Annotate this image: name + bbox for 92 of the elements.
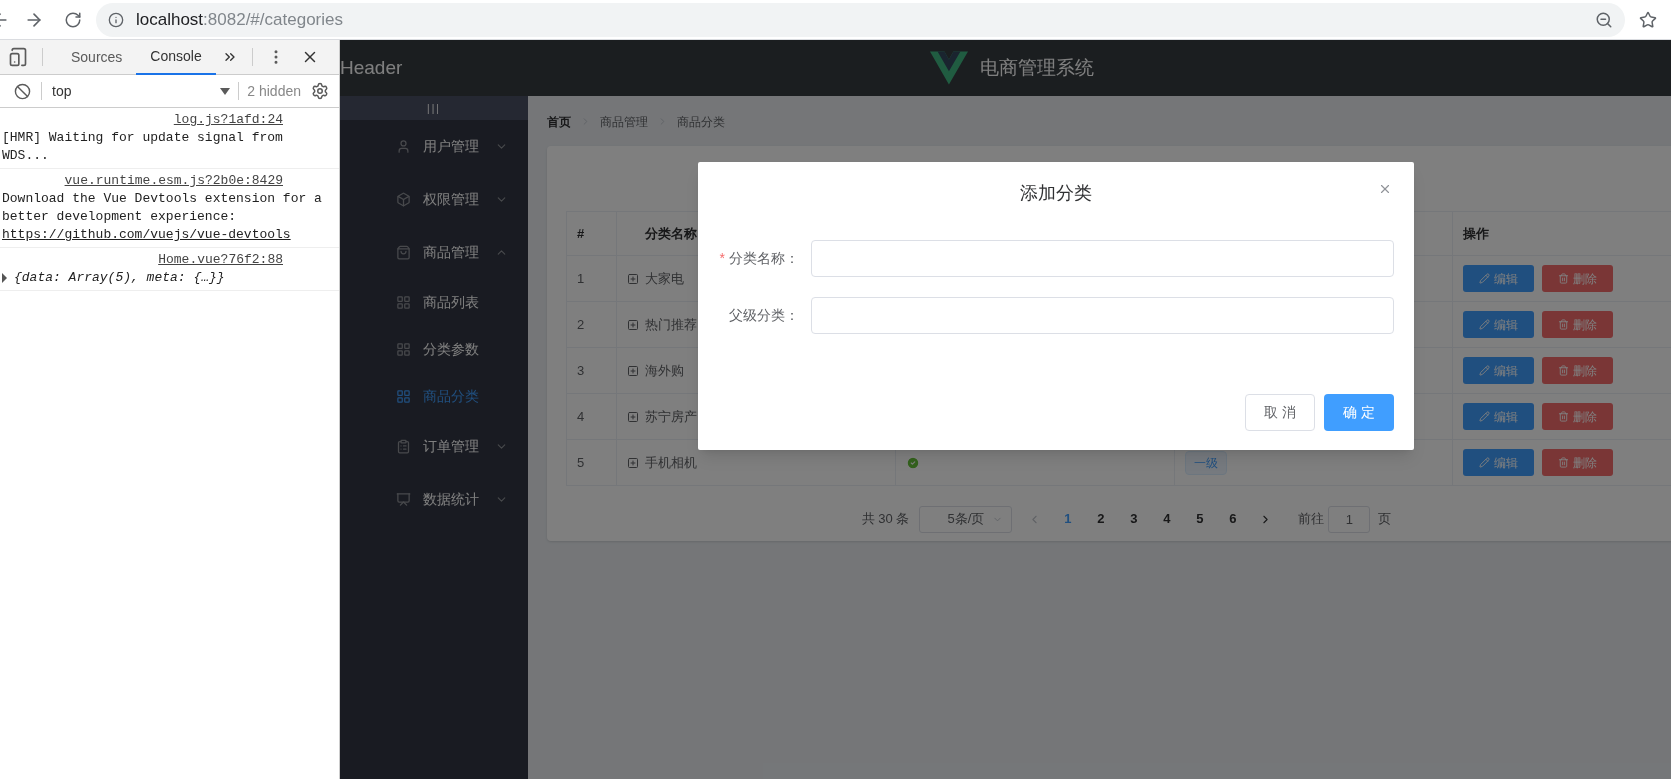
column-header: # [566,211,617,256]
source-link[interactable]: log.js?1afd:24 [173,111,283,129]
expand-icon[interactable] [627,272,639,285]
page-number[interactable]: 4 [1150,509,1184,529]
pencil-icon [1479,411,1490,422]
menu-item[interactable]: 订单管理 [340,420,528,473]
category-name: 手机相机 [645,453,697,472]
trash-icon [1558,365,1569,376]
trash-icon [1558,319,1569,330]
edit-button[interactable]: 编辑 [1463,357,1534,384]
trash-icon [1558,411,1569,422]
breadcrumb-item: 商品管理 [600,113,648,131]
page-suffix: 页 [1378,510,1392,529]
grid-icon [396,342,411,357]
trash-icon [1558,273,1569,284]
delete-button[interactable]: 删除 [1542,449,1613,476]
table-cell: 4 [566,393,617,440]
page-number[interactable]: 5 [1183,509,1217,529]
dropdown-icon[interactable] [220,87,231,95]
delete-button[interactable]: 删除 [1542,357,1613,384]
pencil-icon [1479,457,1490,468]
page-number[interactable]: 3 [1117,509,1151,529]
source-link[interactable]: Home.vue?76f2:88 [158,251,283,269]
table-cell: 3 [566,347,617,394]
table-cell: 2 [566,301,617,348]
column-header: 操作 [1452,211,1671,256]
expand-icon[interactable] [627,318,639,331]
breadcrumb-item: 商品分类 [677,113,725,131]
submenu-item[interactable]: 商品列表 [340,279,528,326]
console-object[interactable]: {data: Array(5), meta: {…}} [14,269,225,287]
pencil-icon [1479,273,1490,284]
goto-label: 前往 [1298,510,1325,529]
grid-icon [396,295,411,310]
delete-button[interactable]: 删除 [1542,311,1613,338]
source-link[interactable]: vue.runtime.esm.js?2b0e:8429 [64,172,283,190]
category-name: 热门推荐 [645,315,697,334]
console-message: [HMR] Waiting for update signal from WDS... [2,129,284,165]
total-count: 共 30 条 [861,510,910,529]
menu-item[interactable]: 权限管理 [340,173,528,226]
category-name: 大家电 [645,269,684,288]
cancel-button[interactable]: 取 消 [1245,394,1315,431]
text-field[interactable] [811,240,1394,277]
table-cell: 1 [566,255,617,302]
category-name: 苏宁房产 [645,407,697,426]
menu-item[interactable]: 数据统计 [340,473,528,526]
page-number[interactable]: 2 [1084,509,1118,529]
table-cell: 5 [566,439,617,486]
delete-button[interactable]: 删除 [1542,403,1613,430]
pencil-icon [1479,319,1490,330]
page-number[interactable]: 6 [1216,509,1250,529]
submenu-item[interactable]: 分类参数 [340,326,528,373]
console-message: Download the Vue Devtools extension for a better development experience: https://github.com/vuejs/vue-devtools [2,190,323,244]
settings-icon[interactable] [311,82,329,100]
device-toolbar-icon[interactable] [8,47,28,67]
edit-button[interactable]: 编辑 [1463,449,1534,476]
dialog-title: 添加分类 [1020,181,1092,205]
field-label: 父级分类： [729,306,799,325]
address-bar[interactable]: localhost:8082/#/categories [96,2,1625,37]
delete-button[interactable]: 删除 [1542,265,1613,292]
page-size-select[interactable]: 5条/页 [919,505,1013,533]
devtools-tab[interactable]: Console [136,39,216,75]
edit-button[interactable]: 编辑 [1463,265,1534,292]
console-link[interactable]: https://github.com/vuejs/vue-devtools [2,227,291,242]
info-icon[interactable] [108,11,124,28]
expand-icon[interactable] [627,456,639,469]
edit-button[interactable]: 编辑 [1463,311,1534,338]
confirm-button[interactable]: 确 定 [1324,394,1394,431]
category-name: 海外购 [645,361,684,380]
grid-icon [396,389,411,404]
level-tag: 一级 [1185,450,1227,475]
devtools-tab[interactable]: Sources [57,39,137,75]
clear-console-icon[interactable] [14,82,31,100]
hidden-count: 2 hidden [247,81,301,101]
menu-item[interactable]: 商品管理 [340,226,528,279]
pencil-icon [1479,365,1490,376]
logo-icon [930,51,968,85]
header-label: Header [340,55,404,80]
page-input[interactable]: 1 [1328,505,1371,533]
breadcrumb-item[interactable]: 首页 [547,112,571,131]
bookmark-icon[interactable] [1639,10,1657,29]
edit-button[interactable]: 编辑 [1463,403,1534,430]
expand-icon[interactable] [627,364,639,377]
reload-icon[interactable] [64,10,82,29]
menu-item[interactable]: 用户管理 [340,120,528,173]
app-title: 电商管理系统 [980,55,1094,80]
zoom-icon[interactable] [1595,10,1613,29]
text-field[interactable] [811,297,1394,334]
context-select[interactable]: top [52,80,221,102]
collapse-toggle[interactable]: ||| [340,96,528,120]
trash-icon [1558,457,1569,468]
expand-icon[interactable] [627,410,639,423]
url-text: localhost:8082/#/categories [136,8,343,31]
